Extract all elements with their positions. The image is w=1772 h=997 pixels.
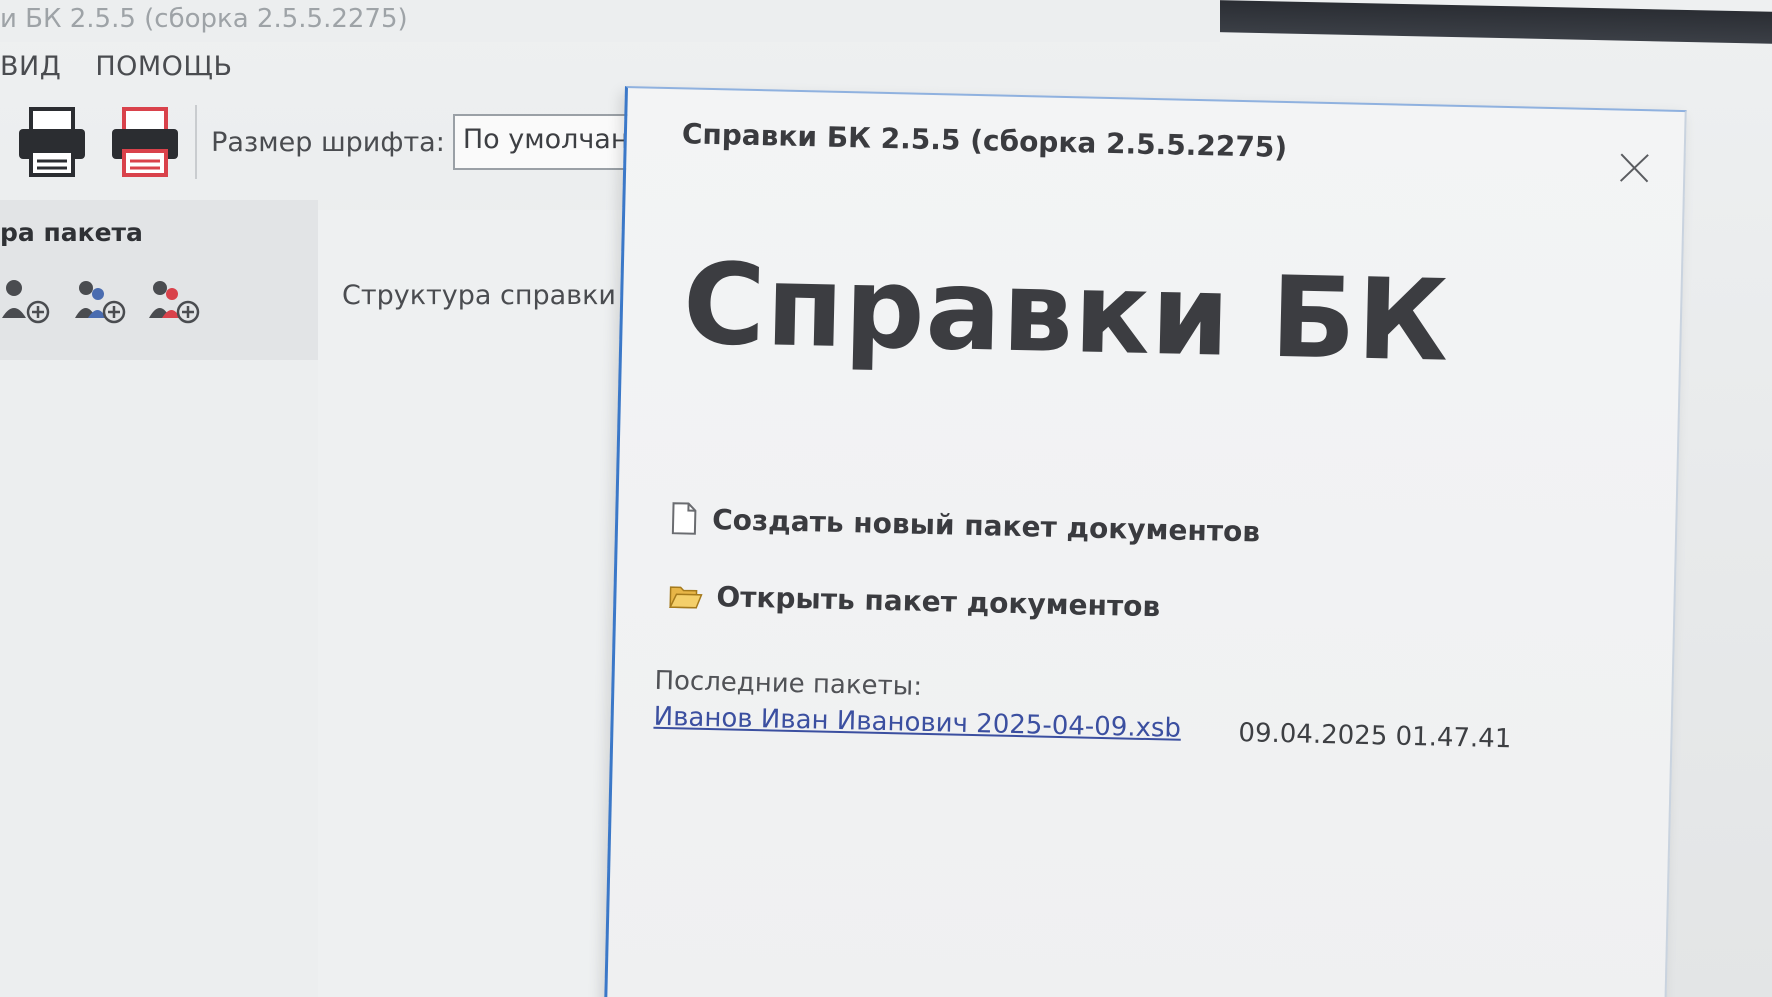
recent-package-link[interactable]: Иванов Иван Иванович 2025-04-09.xsb [653, 702, 1181, 744]
window-title-bar: и БК 2.5.5 (сборка 2.5.5.2275) [0, 0, 1220, 42]
open-package-label: Открыть пакет документов [716, 580, 1161, 624]
package-tree[interactable] [0, 360, 318, 997]
toolbar-separator [195, 105, 198, 179]
menu-view[interactable]: ВИД [0, 51, 61, 82]
new-package-label: Создать новый пакет документов [711, 502, 1261, 549]
open-package-button[interactable]: Открыть пакет документов [668, 579, 1161, 624]
open-folder-icon [669, 585, 703, 609]
add-person-red-icon[interactable] [148, 278, 200, 330]
recent-package-date: 09.04.2025 01.47.41 [1238, 718, 1512, 755]
font-size-label: Размер шрифта: [211, 126, 445, 158]
toolbar: Размер шрифта: По умолчанию [0, 92, 641, 192]
monitor-bezel [1212, 0, 1772, 44]
new-document-icon [671, 502, 697, 535]
window-title: и БК 2.5.5 (сборка 2.5.5.2275) [0, 4, 408, 34]
new-package-button[interactable]: Создать новый пакет документов [670, 501, 1261, 548]
print-button[interactable] [10, 97, 94, 187]
font-size-select[interactable]: По умолчанию [452, 114, 641, 170]
menu-help[interactable]: ПОМОЩЬ [95, 51, 232, 82]
structure-panel: Структура справки [318, 210, 638, 997]
print-preview-button[interactable] [104, 97, 188, 187]
menu-bar: ВИД ПОМОЩЬ [0, 44, 232, 88]
dialog-title: Справки БК 2.5.5 (сборка 2.5.5.2275) [681, 117, 1288, 165]
add-persons-icon[interactable] [74, 278, 126, 330]
printer-icon [18, 107, 85, 177]
person-actions [0, 278, 200, 330]
dialog-heading: Справки БК [681, 239, 1451, 387]
screen: и БК 2.5.5 (сборка 2.5.5.2275) ВИД ПОМОЩ… [0, 0, 1772, 997]
printer-red-icon [112, 107, 179, 177]
close-icon[interactable] [1617, 151, 1652, 186]
structure-title: Структура справки [342, 280, 616, 311]
left-panel-heading: ра пакета [0, 218, 143, 247]
add-person-icon[interactable] [0, 278, 52, 330]
recent-packages-label: Последние пакеты: [654, 665, 923, 702]
left-panel: ра пакета [0, 200, 318, 997]
start-dialog: Справки БК 2.5.5 (сборка 2.5.5.2275) Спр… [603, 86, 1687, 997]
